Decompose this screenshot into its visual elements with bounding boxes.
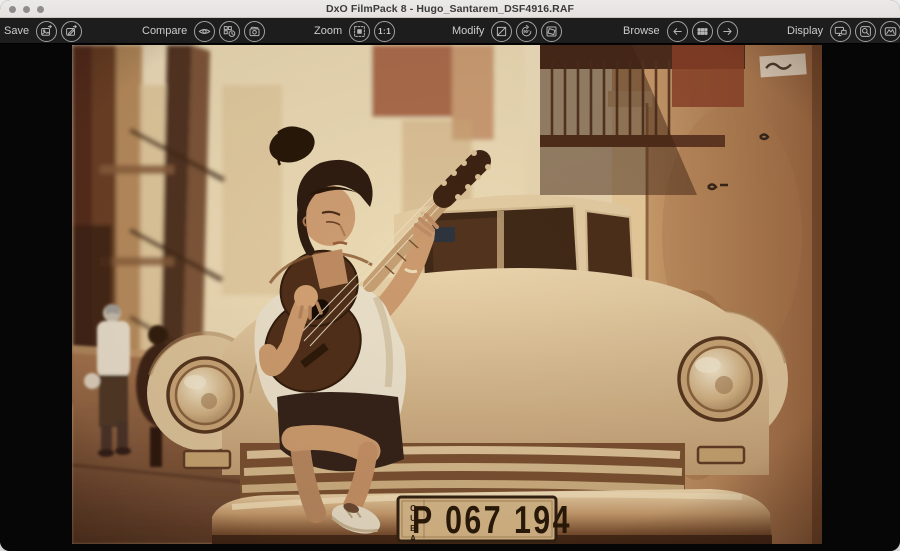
rotate-90-badge: 90° [524, 29, 531, 34]
compare-snapshots-button[interactable] [219, 21, 240, 42]
photo-illustration: CUBA P 067 194 [72, 45, 822, 544]
previous-image-button[interactable] [667, 21, 688, 42]
toolbar-group-compare: Compare [142, 18, 265, 44]
loupe-icon [858, 24, 873, 39]
window-title: DxO FilmPack 8 - Hugo_Santarem_DSF4916.R… [326, 3, 574, 15]
zoom-1to1-button[interactable]: 1:1 [374, 21, 395, 42]
traffic-lights [9, 0, 44, 18]
export-image-icon [39, 24, 54, 39]
export-edited-button[interactable] [61, 21, 82, 42]
toolbar-group-save: Save [4, 18, 82, 44]
browse-label: Browse [623, 25, 660, 37]
titlebar[interactable]: DxO FilmPack 8 - Hugo_Santarem_DSF4916.R… [0, 0, 900, 18]
modify-label: Modify [452, 25, 484, 37]
rotate-90-button[interactable]: 90° [516, 21, 537, 42]
fit-screen-icon [352, 24, 367, 39]
export-edited-icon [64, 24, 79, 39]
photo-viewer[interactable]: CUBA P 067 194 [72, 45, 822, 544]
sepia-tone-overlay [72, 45, 822, 544]
compare-gallery-button[interactable] [244, 21, 265, 42]
histogram-button[interactable] [880, 21, 900, 42]
zoom-fit-button[interactable] [349, 21, 370, 42]
export-image-button[interactable] [36, 21, 57, 42]
toolbar-group-modify: Modify 90° [452, 18, 562, 44]
thumbnail-grid-button[interactable] [692, 21, 713, 42]
zoom-window-button[interactable] [37, 6, 44, 13]
minimize-window-button[interactable] [23, 6, 30, 13]
arrow-right-icon [720, 24, 735, 39]
snapshots-clock-icon [222, 24, 237, 39]
zoom-1to1-text: 1:1 [378, 27, 391, 36]
crop-icon [494, 24, 509, 39]
save-label: Save [4, 25, 29, 37]
toolbar-group-zoom: Zoom 1:1 [314, 18, 395, 44]
image-canvas: CUBA P 067 194 [0, 44, 900, 551]
toolbar: Save [0, 18, 900, 44]
arrow-left-icon [670, 24, 685, 39]
close-window-button[interactable] [9, 6, 16, 13]
eye-icon [197, 24, 212, 39]
monitor-icon [833, 24, 848, 39]
zoom-label: Zoom [314, 25, 342, 37]
grid-icon [695, 24, 710, 39]
histogram-icon [883, 24, 898, 39]
second-display-button[interactable] [830, 21, 851, 42]
display-label: Display [787, 25, 823, 37]
perspective-icon [544, 24, 559, 39]
toolbar-group-display: Display [787, 18, 900, 44]
loupe-button[interactable] [855, 21, 876, 42]
compare-label: Compare [142, 25, 187, 37]
next-image-button[interactable] [717, 21, 738, 42]
crop-button[interactable] [491, 21, 512, 42]
toolbar-group-browse: Browse [623, 18, 738, 44]
app-window: DxO FilmPack 8 - Hugo_Santarem_DSF4916.R… [0, 0, 900, 551]
perspective-button[interactable] [541, 21, 562, 42]
compare-original-button[interactable] [194, 21, 215, 42]
photo-stack-icon [247, 24, 262, 39]
rotate-90-icon: 90° [519, 24, 534, 39]
